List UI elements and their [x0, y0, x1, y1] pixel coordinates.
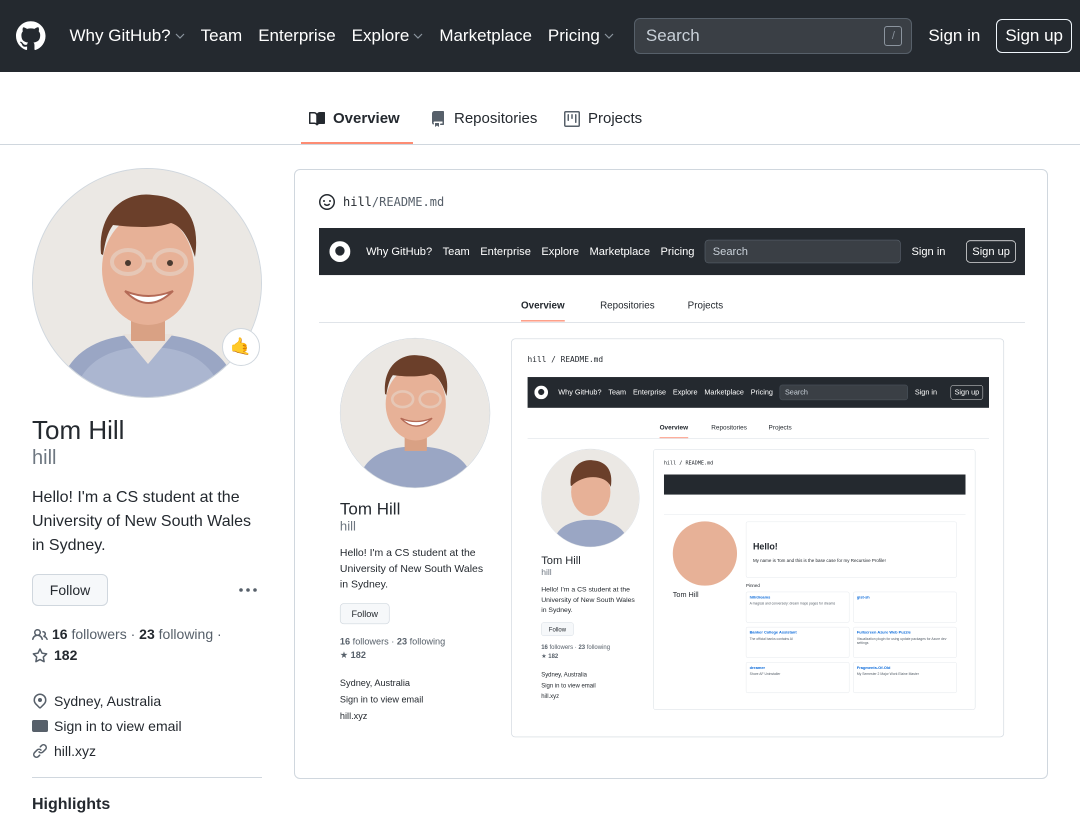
readme-owner[interactable]: hill	[343, 195, 372, 209]
github-logo-icon[interactable]	[16, 20, 46, 52]
location-text: Sydney, Australia	[54, 692, 162, 709]
github-logo-icon	[329, 241, 351, 262]
header-nav: Why GitHub? Team Enterprise Explore Mark…	[70, 0, 630, 72]
tab-repositories[interactable]: Repositories	[422, 94, 545, 144]
recursive-profile-base-case: Tom Hill Hello! My name is Tom and this …	[663, 474, 966, 698]
profile-login: hill	[32, 447, 57, 469]
status-emoji-button[interactable]: 🤙	[222, 328, 260, 366]
follow-button[interactable]: Follow	[32, 574, 108, 606]
nav-pricing[interactable]: Pricing	[548, 26, 614, 46]
avatar-container: 🤙	[32, 168, 262, 398]
profile-tabs: Overview Repositories Projects	[0, 72, 1080, 145]
search-placeholder: Search	[645, 26, 700, 45]
tab-projects[interactable]: Projects	[556, 94, 650, 144]
chevron-down-icon	[175, 33, 185, 39]
website-text: hill.xyz	[54, 742, 97, 759]
location-icon	[33, 692, 47, 709]
star-icon	[32, 647, 48, 662]
follow-stats: 16 followers · 23 following ·	[32, 624, 264, 645]
profile-bio: Hello! I'm a CS student at the Universit…	[32, 489, 252, 554]
profile-details: Sydney, Australia Sign in to view email …	[32, 688, 264, 763]
nav-explore[interactable]: Explore	[352, 26, 424, 46]
follow-row: Follow	[32, 574, 264, 606]
kebab-horizontal-icon	[239, 588, 257, 592]
email-text: Sign in to view email	[54, 717, 182, 734]
smiley-icon	[319, 194, 335, 210]
highlights-heading: Highlights	[32, 796, 111, 813]
repo-icon	[432, 111, 444, 127]
recursive-profile-level-2: Why GitHub? Team Enterprise Explore Mark…	[527, 377, 990, 719]
link-icon	[33, 743, 47, 758]
sign-in-link[interactable]: Sign in	[928, 26, 980, 46]
search-shortcut-key: /	[884, 26, 903, 46]
nav-team[interactable]: Team	[201, 26, 243, 46]
status-emoji: 🤙	[230, 337, 252, 356]
mini-readme-box: hill / README.md Why GitHub? Team Enterp…	[511, 338, 1005, 738]
profile-stats: 16 followers · 23 following · 182	[32, 624, 264, 666]
avatar-photo	[33, 169, 261, 397]
more-options-button[interactable]	[236, 578, 260, 602]
search-input[interactable]: Search /	[633, 18, 913, 54]
followers-link[interactable]: 16 followers	[52, 624, 127, 645]
avatar[interactable]	[32, 168, 262, 398]
profile-name: Tom Hill	[32, 415, 125, 445]
profile-sidebar: 🤙 Tom Hill hill Hello! I'm a CS student …	[32, 168, 264, 814]
recursive-profile-level-1: Why GitHub? Team Enterprise Explore Mark…	[319, 228, 1025, 751]
chevron-down-icon	[413, 33, 423, 39]
nav-marketplace[interactable]: Marketplace	[439, 26, 532, 46]
mini-avatar	[339, 337, 491, 489]
tab-overview-label: Overview	[333, 110, 400, 127]
tab-overview[interactable]: Overview	[301, 94, 413, 144]
book-icon	[309, 111, 325, 126]
mail-icon	[32, 719, 48, 732]
profile-readme: hill / README.md Why GitHub? Team Enterp…	[294, 169, 1048, 779]
people-icon	[32, 628, 48, 640]
website-item[interactable]: hill.xyz	[32, 738, 264, 763]
project-icon	[564, 111, 580, 127]
global-header: Why GitHub? Team Enterprise Explore Mark…	[0, 0, 1080, 72]
tab-repositories-label: Repositories	[454, 110, 538, 127]
readme-path-sep: /	[371, 195, 380, 209]
nav-why-github[interactable]: Why GitHub?	[70, 26, 185, 46]
readme-file[interactable]: README.md	[379, 195, 444, 209]
mini-tabs: Overview Repositories Projects	[319, 275, 1025, 323]
following-link[interactable]: 23 following	[139, 624, 213, 645]
email-item[interactable]: Sign in to view email	[32, 713, 264, 738]
readme-screenshot: Why GitHub? Team Enterprise Explore Mark…	[319, 228, 1025, 768]
mini-header: Why GitHub? Team Enterprise Explore Mark…	[319, 228, 1025, 276]
nav-enterprise[interactable]: Enterprise	[258, 26, 335, 46]
stars-link[interactable]: 182	[32, 645, 264, 666]
readme-screenshot-canvas: Why GitHub? Team Enterprise Explore Mark…	[319, 228, 1025, 751]
sidebar-divider	[32, 777, 262, 778]
tab-projects-label: Projects	[588, 110, 643, 127]
sign-up-button[interactable]: Sign up	[996, 19, 1072, 53]
location-item: Sydney, Australia	[32, 688, 264, 713]
chevron-down-icon	[604, 33, 614, 39]
readme-path: hill / README.md	[319, 194, 444, 210]
